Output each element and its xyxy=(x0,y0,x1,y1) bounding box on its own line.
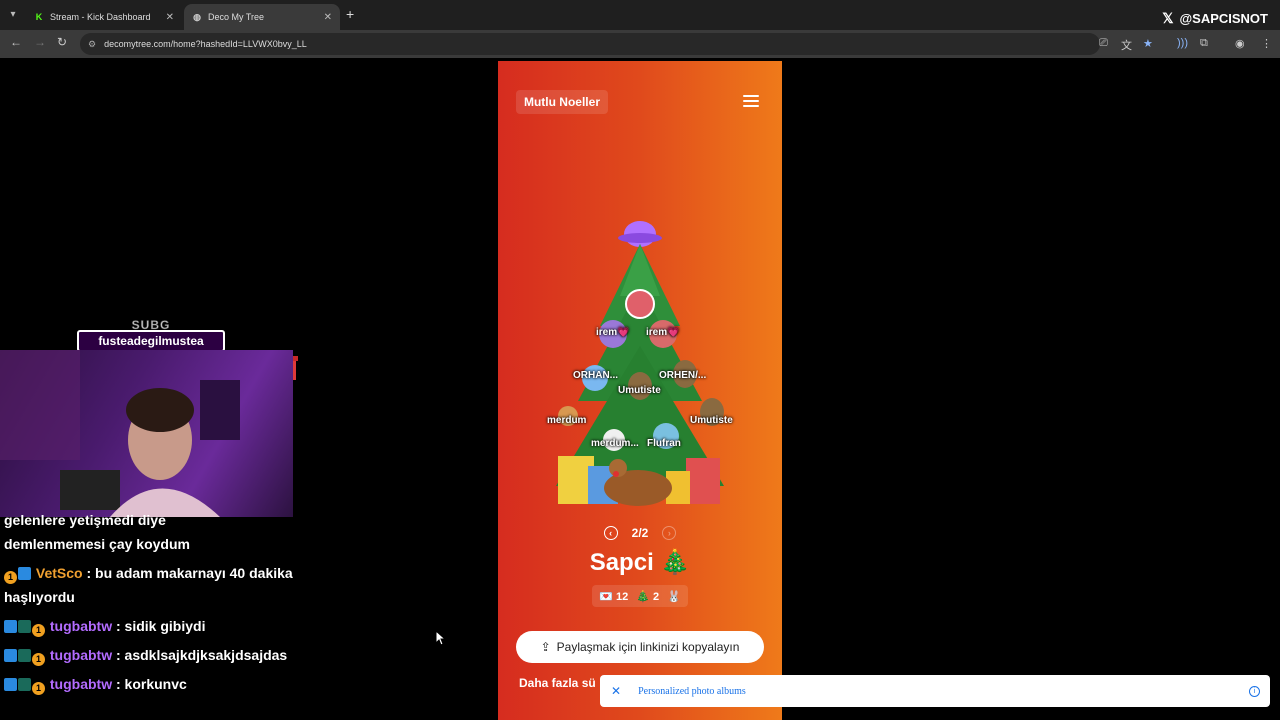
bookmark-star-icon[interactable]: ★ xyxy=(1143,37,1153,50)
more-text[interactable]: Daha fazla sü xyxy=(519,676,596,690)
deco-my-tree-app: Mutlu Noeller irem💗 irem💗 ORHAN... Umuti… xyxy=(498,61,782,720)
hamburger-menu-icon[interactable] xyxy=(743,95,759,107)
close-icon[interactable]: ✕ xyxy=(611,684,621,698)
badge-icon xyxy=(18,678,31,691)
mouse-cursor-icon xyxy=(435,630,447,646)
ornament-label[interactable]: irem💗 xyxy=(646,327,680,338)
page-indicator: 2/2 xyxy=(631,526,649,540)
url-text: decomytree.com/home?hashedId=LLVWX0bvy_L… xyxy=(104,39,307,49)
ornament-label[interactable]: Flufran xyxy=(647,438,681,449)
overlay-x-handle: 𝕏 @SAPCISNOT xyxy=(1162,10,1268,27)
badge-icon: 1 xyxy=(4,571,17,584)
badge-icon xyxy=(18,567,31,580)
share-label: Paylaşmak için linkinizi kopyalayın xyxy=(556,640,740,654)
chat-message: 1 tugbabtw : sidik gibiydi xyxy=(4,614,304,638)
close-tab-icon[interactable]: ✕ xyxy=(166,12,174,23)
share-link-button[interactable]: ⇪ Paylaşmak için linkinizi kopyalayın xyxy=(516,631,764,663)
ad-banner[interactable]: ✕ Personalized photo albums i xyxy=(600,675,1270,707)
badge-icon xyxy=(18,649,31,662)
christmas-tree xyxy=(556,221,724,506)
badge-icon xyxy=(4,678,17,691)
chat-username[interactable]: tugbabtw xyxy=(50,618,112,634)
extension-audio-icon[interactable]: ))) xyxy=(1177,37,1188,49)
tree-stats: 💌 12 🎄 2 🐰 xyxy=(592,585,688,607)
tab-kick-dashboard[interactable]: K Stream - Kick Dashboard ✕ xyxy=(26,4,182,30)
chat-text: gelenlere yetişmedi diye xyxy=(4,512,166,528)
ornament-label[interactable]: irem💗 xyxy=(596,327,630,338)
tab-title: Deco My Tree xyxy=(208,12,265,22)
reload-icon[interactable]: ↻ xyxy=(57,35,67,49)
webcam-feed xyxy=(0,350,293,517)
chat-text: demlenmemesi çay koydum xyxy=(4,536,190,552)
chat-username[interactable]: tugbabtw xyxy=(50,647,112,663)
address-toolbar: ← → ↻ ⚙ decomytree.com/home?hashedId=LLV… xyxy=(0,30,1280,58)
install-app-icon[interactable]: ⎚ xyxy=(1099,37,1108,50)
ornament-label[interactable]: ORHEN/... xyxy=(659,370,706,381)
tab-deco-my-tree[interactable]: ◍ Deco My Tree ✕ xyxy=(184,4,340,30)
chat-text: : sidik gibiydi xyxy=(116,618,206,634)
ornament-label[interactable]: merdum... xyxy=(591,438,639,449)
chat-message: gelenlere yetişmedi diye demlenmemesi ça… xyxy=(4,508,304,556)
badge-icon xyxy=(4,649,17,662)
chat-message: 1 VetSco : bu adam makarnayı 40 dakika h… xyxy=(4,561,304,609)
chat-message: 1 tugbabtw : asdklsajkdjksakjdsajdas xyxy=(4,643,304,667)
next-page-icon[interactable]: › xyxy=(662,526,677,540)
greeting-badge: Mutlu Noeller xyxy=(516,90,608,114)
trees-count: 🎄 2 xyxy=(636,590,660,603)
badge-icon xyxy=(18,620,31,633)
stream-chat: gelenlere yetişmedi diye demlenmemesi ça… xyxy=(4,508,304,701)
share-icon: ⇪ xyxy=(540,640,551,654)
chat-text: : korkunvc xyxy=(116,676,187,692)
new-tab-button[interactable]: + xyxy=(346,6,354,22)
x-handle-text: @SAPCISNOT xyxy=(1179,11,1268,26)
chat-text: : asdklsajkdjksakjdsajdas xyxy=(116,647,288,663)
chat-message: 1 tugbabtw : korkunvc xyxy=(4,672,304,696)
browser-tab-strip: ▾ K Stream - Kick Dashboard ✕ ◍ Deco My … xyxy=(0,0,1280,30)
profile-icon[interactable]: ◉ xyxy=(1235,37,1245,50)
back-arrow-icon[interactable]: ← xyxy=(10,35,22,49)
tab-title: Stream - Kick Dashboard xyxy=(50,12,151,22)
ad-text[interactable]: Personalized photo albums xyxy=(638,686,746,697)
ornament-label[interactable]: Umutiste xyxy=(690,415,733,426)
tree-pager: ‹ 2/2 › xyxy=(498,523,782,543)
badge-icon xyxy=(4,620,17,633)
ornament-label[interactable]: ORHAN... xyxy=(573,370,618,381)
translate-icon[interactable]: 文 xyxy=(1121,37,1132,53)
chat-username[interactable]: VetSco xyxy=(36,565,83,581)
info-icon[interactable]: i xyxy=(1249,685,1260,697)
kick-icon: K xyxy=(35,12,43,22)
badge-icon: 1 xyxy=(32,624,45,637)
close-tab-icon[interactable]: ✕ xyxy=(324,12,332,23)
badge-icon: 1 xyxy=(32,682,45,695)
tab-search-chevron-icon[interactable]: ▾ xyxy=(5,6,21,22)
letters-count: 💌 12 xyxy=(599,590,629,603)
more-menu-icon[interactable]: ⋮ xyxy=(1261,37,1272,50)
ornament-label[interactable]: Umutiste xyxy=(618,385,661,396)
badge-icon: 1 xyxy=(32,653,45,666)
extra-stat-icon: 🐰 xyxy=(667,590,681,603)
forward-arrow-icon[interactable]: → xyxy=(34,35,46,49)
prev-page-icon[interactable]: ‹ xyxy=(603,526,618,540)
extensions-puzzle-icon[interactable]: ⧉ xyxy=(1200,37,1208,50)
streamer-image xyxy=(0,350,240,517)
tree-owner-name: Sapci 🎄 xyxy=(589,549,691,576)
chat-username[interactable]: tugbabtw xyxy=(50,676,112,692)
site-info-icon[interactable]: ⚙ xyxy=(88,39,96,50)
ornament-label[interactable]: merdum xyxy=(547,415,586,426)
globe-icon: ◍ xyxy=(193,11,201,22)
sub-name-banner: fusteadegilmustea xyxy=(77,330,225,352)
x-logo-icon: 𝕏 xyxy=(1162,10,1174,26)
url-bar[interactable]: ⚙ decomytree.com/home?hashedId=LLVWX0bvy… xyxy=(80,33,1100,55)
